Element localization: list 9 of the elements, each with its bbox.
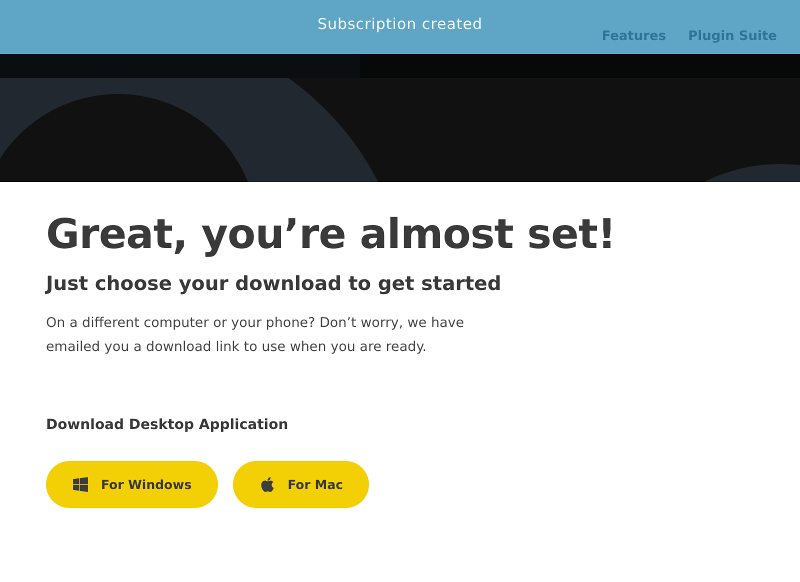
windows-icon: [72, 476, 89, 493]
download-button[interactable]: For Windows: [46, 461, 218, 508]
page-heading: Great, you’re almost set!: [46, 210, 617, 258]
description-text: On a different computer or your phone? Don’t worry, we have emailed you a download link to use when you are ready.: [46, 314, 466, 357]
page-subheading: Just choose your download to get started: [46, 272, 502, 295]
notification-message: Subscription created: [317, 15, 483, 33]
apple-icon: [258, 476, 276, 493]
download-button[interactable]: For Mac: [232, 461, 370, 508]
download-label: Download Desktop Application: [46, 417, 290, 433]
